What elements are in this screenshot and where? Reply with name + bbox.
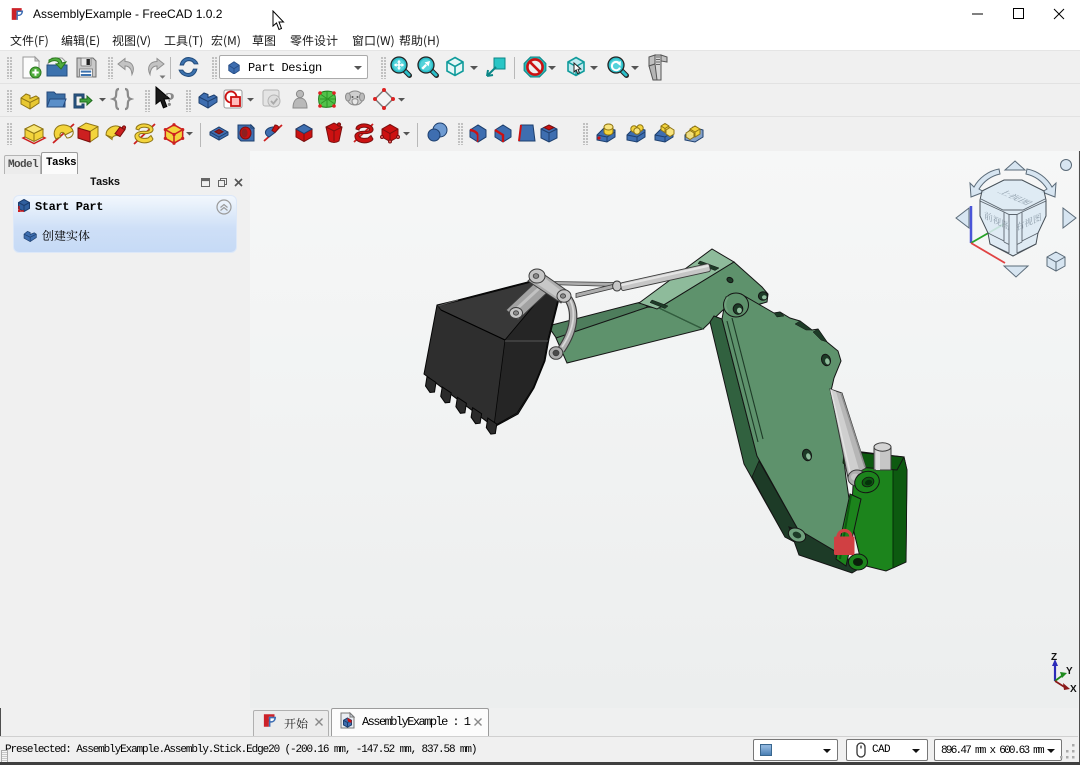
svg-text:Y: Y bbox=[1066, 666, 1073, 677]
svg-text:?: ? bbox=[165, 89, 175, 111]
svg-text:Z: Z bbox=[1051, 652, 1057, 663]
svg-text:X: X bbox=[1070, 684, 1077, 695]
